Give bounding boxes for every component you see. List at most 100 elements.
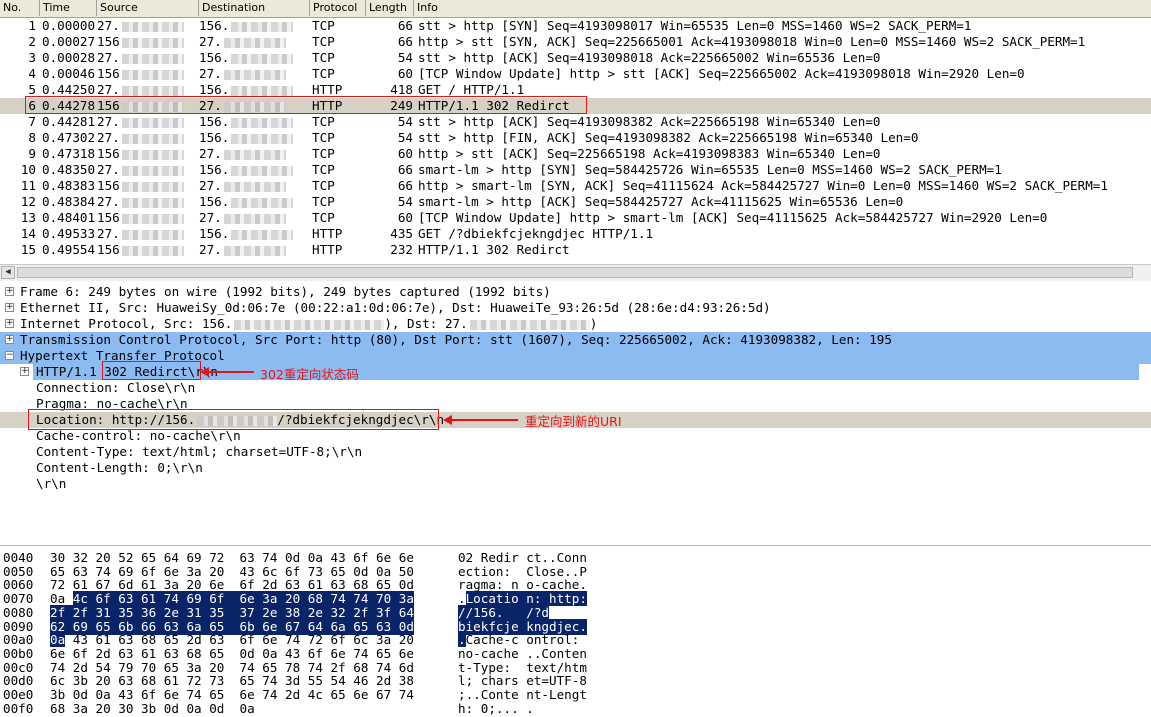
column-header-destination[interactable]: Destination (199, 0, 310, 16)
packet-row[interactable]: 8 0.47302 27. 156. TCP 54 stt > http [FIN, ACK… (0, 130, 1151, 146)
packet-length: 60 (397, 146, 413, 161)
expand-icon[interactable]: + (5, 319, 14, 328)
packet-row[interactable]: 10 0.48350 27. 156. TCP 66 smart-lm > http [SY… (0, 162, 1151, 178)
tree-item-tcp[interactable]: + Transmission Control Protocol, Src Por… (0, 332, 1151, 348)
packet-number: 2 (28, 34, 36, 49)
packet-destination: 156. (199, 50, 309, 66)
packet-number: 13 (20, 210, 36, 225)
hex-row[interactable]: 00f0 68 3a 20 30 3b 0d 0a 0d 0a h: 0;... . (0, 701, 1151, 717)
packet-destination: 156. (199, 114, 309, 130)
packet-row[interactable]: 13 0.48401 156 27. TCP 60 [TCP Window Update] … (0, 210, 1151, 226)
tree-item-ip[interactable]: + Internet Protocol, Src: 156.), Dst: 27… (0, 316, 1151, 332)
expand-icon[interactable]: + (20, 367, 29, 376)
packet-time: 0.49554 (42, 242, 96, 257)
column-header-no[interactable]: No. (0, 0, 40, 16)
scrollbar-thumb[interactable] (17, 267, 1133, 278)
packet-info: smart-lm > http [ACK] Seq=584425727 Ack=… (418, 194, 904, 209)
packet-number: 7 (28, 114, 36, 129)
packet-row[interactable]: 3 0.00028 27. 156. TCP 54 stt > http [ACK] Seq… (0, 50, 1151, 66)
packet-source: 27. (97, 18, 197, 34)
tree-item-cache-control[interactable]: Cache-control: no-cache\r\n (0, 428, 1151, 444)
packet-source: 156 (97, 34, 197, 50)
tree-item-tcp-label: Transmission Control Protocol, Src Port:… (20, 332, 892, 347)
selected-packet-highlight-box (25, 96, 587, 114)
packet-time: 0.48401 (42, 210, 96, 225)
packet-number: 4 (28, 66, 36, 81)
packet-row[interactable]: 1 0.00000 27. 156. TCP 66 stt > http [SYN] Seq… (0, 18, 1151, 34)
packet-source: 156 (97, 242, 197, 258)
packet-destination: 156. (199, 130, 309, 146)
packet-info: http > smart-lm [SYN, ACK] Seq=41115624 … (418, 178, 1108, 193)
expand-icon[interactable]: + (5, 335, 14, 344)
location-annotation: 重定向到新的URI (525, 414, 622, 429)
redacted-address (121, 245, 184, 256)
packet-length: 54 (397, 194, 413, 209)
horizontal-scrollbar[interactable]: ◀ (0, 264, 1151, 282)
column-header-source[interactable]: Source (97, 0, 199, 16)
redacted-address (121, 53, 184, 64)
hex-bytes: 68 3a 20 30 3b 0d 0a 0d 0a (50, 700, 255, 716)
packet-info: [TCP Window Update] http > stt [ACK] Seq… (418, 66, 1025, 81)
packet-length: 66 (397, 162, 413, 177)
packet-protocol: TCP (312, 114, 335, 129)
redacted-address (121, 165, 184, 176)
tree-item-frame-label: Frame 6: 249 bytes on wire (1992 bits), … (20, 284, 551, 299)
collapse-icon[interactable]: − (5, 351, 14, 360)
packet-time: 0.00000 (42, 18, 96, 33)
tree-item-content-length[interactable]: Content-Length: 0;\r\n (0, 460, 1151, 476)
scroll-left-arrow-icon[interactable]: ◀ (1, 266, 15, 279)
redacted-address (121, 69, 184, 80)
packet-list-header: No. Time Source Destination Protocol Len… (0, 0, 1151, 18)
tree-item-crlf[interactable]: \r\n (0, 476, 1151, 492)
packet-source: 27. (97, 50, 197, 66)
column-header-length[interactable]: Length (366, 0, 414, 16)
packet-row[interactable]: 4 0.00046 156 27. TCP 60 [TCP Window Update] h… (0, 66, 1151, 82)
tree-item-frame[interactable]: + Frame 6: 249 bytes on wire (1992 bits)… (0, 284, 1151, 300)
redacted-address (121, 21, 184, 32)
hex-dump-pane[interactable]: 0040 30 32 20 52 65 64 69 72 63 74 0d 0a … (0, 545, 1151, 717)
packet-protocol: TCP (312, 18, 335, 33)
packet-row[interactable]: 14 0.49533 27. 156. HTTP 435 GET /?dbiekfcjekn… (0, 226, 1151, 242)
tree-item-connection[interactable]: Connection: Close\r\n (0, 380, 1151, 396)
redacted-address (121, 133, 184, 144)
arrow-left-icon (443, 415, 518, 425)
redacted-address (223, 245, 286, 256)
redacted-address (121, 37, 184, 48)
packet-time: 0.00046 (42, 66, 96, 81)
status-code-annotation: 302重定向状态码 (260, 367, 359, 382)
packet-number: 14 (20, 226, 36, 241)
packet-row[interactable]: 7 0.44281 27. 156. TCP 54 stt > http [ACK] Seq… (0, 114, 1151, 130)
tree-item-ethernet-label: Ethernet II, Src: HuaweiSy_0d:06:7e (00:… (20, 300, 771, 315)
packet-protocol: TCP (312, 50, 335, 65)
column-header-protocol[interactable]: Protocol (310, 0, 366, 16)
column-header-time[interactable]: Time (40, 0, 97, 16)
packet-row[interactable]: 11 0.48383 156 27. TCP 66 http > smart-lm [SYN… (0, 178, 1151, 194)
redacted-address (231, 53, 294, 64)
packet-row[interactable]: 12 0.48384 27. 156. TCP 54 smart-lm > http [AC… (0, 194, 1151, 210)
hex-ascii: h: 0;... . (458, 700, 534, 716)
packet-destination: 156. (199, 226, 309, 242)
packet-length: 232 (390, 242, 413, 257)
packet-time: 0.00027 (42, 34, 96, 49)
packet-length: 60 (397, 210, 413, 225)
packet-protocol: HTTP (312, 242, 343, 257)
packet-protocol: HTTP (312, 226, 343, 241)
redacted-address (231, 117, 294, 128)
packet-time: 0.44281 (42, 114, 96, 129)
packet-row[interactable]: 2 0.00027 156 27. TCP 66 http > stt [SYN, ACK]… (0, 34, 1151, 50)
column-header-info[interactable]: Info (414, 0, 1151, 16)
packet-row[interactable]: 15 0.49554 156 27. HTTP 232 HTTP/1.1 302 Redir… (0, 242, 1151, 258)
packet-info: http > stt [SYN, ACK] Seq=225665001 Ack=… (418, 34, 1086, 49)
tree-item-ethernet[interactable]: + Ethernet II, Src: HuaweiSy_0d:06:7e (0… (0, 300, 1151, 316)
redacted-address (223, 37, 286, 48)
expand-icon[interactable]: + (5, 287, 14, 296)
packet-list-pane[interactable]: No. Time Source Destination Protocol Len… (0, 0, 1151, 264)
packet-time: 0.47318 (42, 146, 96, 161)
packet-info: stt > http [SYN] Seq=4193098017 Win=6553… (418, 18, 972, 33)
packet-row[interactable]: 9 0.47318 156 27. TCP 60 http > stt [ACK] Seq=… (0, 146, 1151, 162)
expand-icon[interactable]: + (5, 303, 14, 312)
tree-item-content-type[interactable]: Content-Type: text/html; charset=UTF-8;\… (0, 444, 1151, 460)
redacted-address (121, 85, 184, 96)
status-code-highlight-box (102, 361, 201, 380)
packet-time: 0.48350 (42, 162, 96, 177)
